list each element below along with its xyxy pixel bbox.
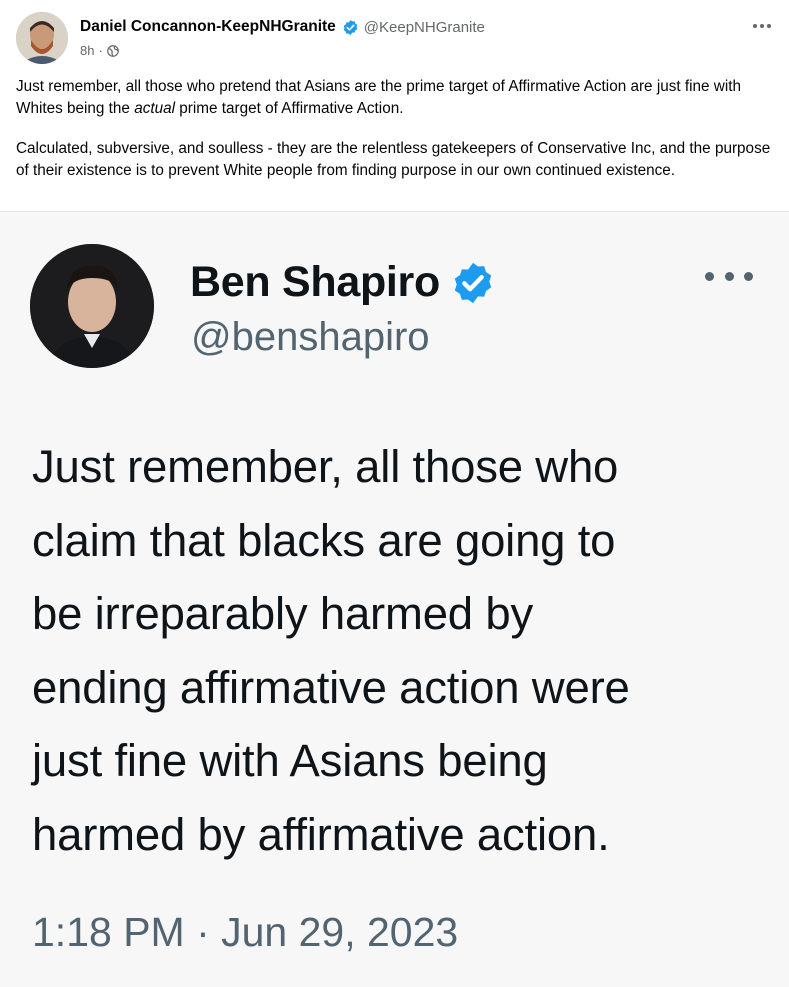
post-time[interactable]: 8h bbox=[80, 43, 94, 58]
more-options-icon bbox=[753, 24, 771, 28]
social-post: Daniel Concannon-KeepNHGranite @KeepNHGr… bbox=[0, 0, 789, 987]
post-paragraph-text-end: prime target of Affirmative Action. bbox=[175, 100, 404, 117]
post-more-options-button[interactable] bbox=[749, 16, 775, 36]
author-line: Daniel Concannon-KeepNHGranite @KeepNHGr… bbox=[80, 18, 485, 36]
author-avatar[interactable] bbox=[16, 12, 68, 64]
post-paragraph-text: Calculated, subversive, and soulless - t… bbox=[16, 140, 771, 179]
embedded-tweet-name-line: Ben Shapiro bbox=[190, 258, 496, 307]
embedded-tweet-timestamp: 1:18 PM · Jun 29, 2023 bbox=[32, 909, 459, 955]
post-meta: 8h · bbox=[80, 43, 119, 58]
post-paragraph-emphasis: actual bbox=[134, 100, 176, 117]
author-name[interactable]: Daniel Concannon-KeepNHGranite bbox=[80, 18, 336, 36]
embedded-tweet-text-line: claim that blacks are going to bbox=[32, 514, 616, 566]
embedded-avatar-image bbox=[30, 244, 154, 368]
post-paragraph: Calculated, subversive, and soulless - t… bbox=[16, 138, 771, 182]
embedded-tweet-text-line: just fine with Asians being bbox=[32, 735, 548, 786]
meta-separator: · bbox=[98, 43, 103, 58]
embedded-tweet-text-line: be irreparably harmed by bbox=[32, 588, 534, 639]
post-paragraph: Just remember, all those who pretend tha… bbox=[16, 76, 771, 120]
post-header: Daniel Concannon-KeepNHGranite @KeepNHGr… bbox=[0, 0, 789, 70]
embedded-tweet-avatar bbox=[30, 244, 154, 368]
embedded-tweet-text-line: harmed by affirmative action. bbox=[32, 808, 610, 860]
embedded-tweet-image[interactable]: Ben Shapiro @benshapiro Just remember, a… bbox=[0, 211, 789, 987]
embedded-tweet-text-line: Just remember, all those who bbox=[32, 441, 619, 492]
author-handle[interactable]: @KeepNHGranite bbox=[364, 19, 485, 36]
embedded-tweet-handle: @benshapiro bbox=[191, 315, 430, 359]
verified-badge-icon bbox=[450, 260, 496, 306]
author-avatar-image bbox=[16, 12, 68, 64]
embedded-tweet-text: Just remember, all those who claim that … bbox=[32, 430, 772, 871]
embedded-more-options-icon bbox=[705, 266, 753, 286]
embedded-tweet-name: Ben Shapiro bbox=[190, 258, 440, 306]
globe-icon bbox=[106, 44, 119, 57]
post-body: Just remember, all those who pretend tha… bbox=[16, 76, 771, 200]
embedded-tweet-text-line: ending affirmative action were bbox=[32, 661, 630, 713]
verified-badge-icon bbox=[342, 19, 359, 36]
